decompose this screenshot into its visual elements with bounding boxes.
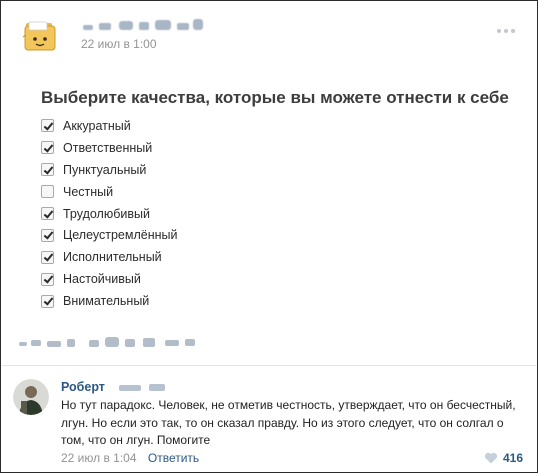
checkbox[interactable] xyxy=(41,141,54,155)
redacted-footer-text xyxy=(19,334,209,350)
checklist-item-label: Целеустремлённый xyxy=(63,228,178,243)
divider xyxy=(2,365,536,366)
checklist-item-label: Аккуратный xyxy=(63,118,131,133)
checklist-item[interactable]: Пунктуальный xyxy=(41,159,178,181)
comment-text: Но тут парадокс. Человек, не отметив чес… xyxy=(61,398,516,447)
checkbox[interactable] xyxy=(41,207,54,220)
like-count: 416 xyxy=(502,451,523,465)
comment-author-redacted xyxy=(119,381,167,393)
checklist-item-label: Исполнительный xyxy=(63,250,162,265)
checklist-item[interactable]: Трудолюбивый xyxy=(41,203,178,225)
checklist-item-label: Ответственный xyxy=(63,140,153,155)
checklist-item[interactable]: Целеустремлённый xyxy=(41,224,178,246)
post-header: 22 июл в 1:00 xyxy=(15,11,525,59)
checkbox[interactable] xyxy=(41,185,54,199)
checklist-item[interactable]: Исполнительный xyxy=(41,246,178,268)
like-button[interactable]: 416 xyxy=(484,451,523,465)
poll-question: Выберите качества, которые вы можете отн… xyxy=(41,88,509,107)
checkbox[interactable] xyxy=(41,294,54,308)
checkbox[interactable] xyxy=(41,163,54,177)
checkbox[interactable] xyxy=(41,250,54,264)
post-date[interactable]: 22 июл в 1:00 xyxy=(81,37,157,51)
checklist-item[interactable]: Ответственный xyxy=(41,137,178,159)
checklist-item[interactable]: Настойчивый xyxy=(41,268,178,290)
post-card: 22 июл в 1:00 Выберите качества, которые… xyxy=(0,0,538,473)
checkbox[interactable] xyxy=(41,119,54,133)
comment-date[interactable]: 22 июл в 1:04 xyxy=(61,451,137,465)
checklist-item-label: Честный xyxy=(63,184,114,199)
heart-icon xyxy=(484,452,498,464)
comment-meta: 22 июл в 1:04 Ответить xyxy=(61,451,199,465)
poll-checklist: Аккуратный Ответственный Пунктуальный Че… xyxy=(41,115,178,312)
more-dots-icon[interactable] xyxy=(497,25,519,37)
commenter-avatar[interactable] xyxy=(13,379,49,415)
checklist-item-label: Трудолюбивый xyxy=(63,206,150,221)
checklist-item[interactable]: Честный xyxy=(41,181,178,203)
community-avatar[interactable] xyxy=(17,13,63,59)
checklist-item-label: Настойчивый xyxy=(63,272,141,287)
checklist-item-label: Внимательный xyxy=(63,294,150,309)
reply-button[interactable]: Ответить xyxy=(148,451,199,465)
checklist-item-label: Пунктуальный xyxy=(63,162,147,177)
comment-author[interactable]: Роберт xyxy=(61,380,105,394)
folder-avatar-icon xyxy=(22,21,56,51)
checkbox[interactable] xyxy=(41,272,54,286)
checkbox[interactable] xyxy=(41,228,54,242)
checklist-item[interactable]: Аккуратный xyxy=(41,115,178,137)
author-name-redacted[interactable] xyxy=(79,17,209,35)
checklist-item[interactable]: Внимательный xyxy=(41,290,178,312)
